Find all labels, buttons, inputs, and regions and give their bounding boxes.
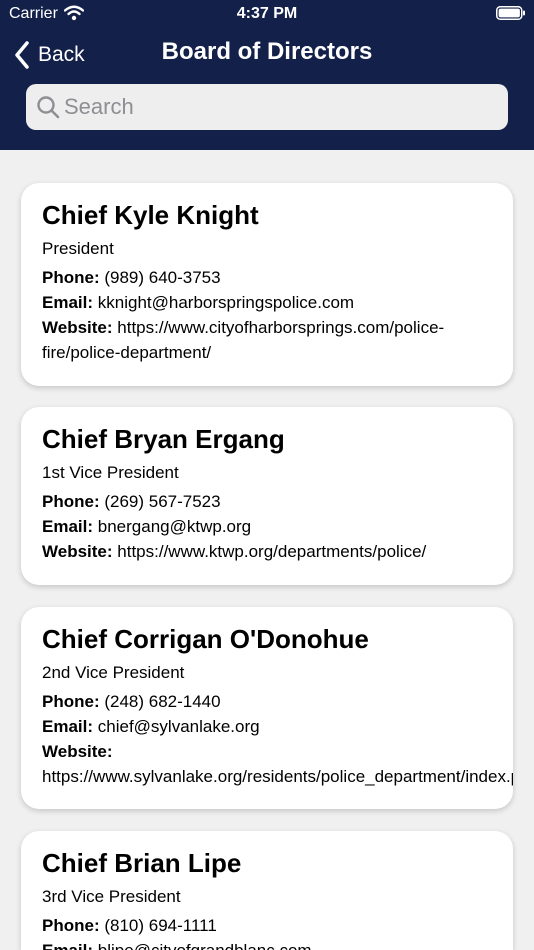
phone-line: Phone: (248) 682-1440 — [42, 689, 493, 714]
website-link[interactable]: https://www.ktwp.org/departments/police/ — [117, 542, 426, 561]
director-card[interactable]: Chief Kyle Knight President Phone: (989)… — [21, 183, 513, 386]
email-label: Email: — [42, 293, 94, 312]
email-line: Email: bnergang@ktwp.org — [42, 514, 493, 539]
search-bar[interactable] — [26, 84, 508, 130]
email-label: Email: — [42, 717, 94, 736]
website-line: Website: https://www.ktwp.org/department… — [42, 539, 493, 564]
phone-link[interactable]: (989) 640-3753 — [104, 268, 220, 287]
search-icon — [37, 96, 60, 119]
phone-line: Phone: (810) 694-1111 — [42, 913, 493, 938]
navigation-header: Carrier 4:37 PM Back Board of Directors — [0, 0, 534, 150]
director-title: President — [42, 239, 114, 258]
website-label: Website: — [42, 742, 113, 761]
director-title: 3rd Vice President — [42, 887, 181, 906]
email-link[interactable]: chief@sylvanlake.org — [98, 717, 260, 736]
status-time: 4:37 PM — [236, 5, 298, 22]
website-line: Website: https://www.sylvanlake.org/resi… — [42, 739, 513, 789]
email-link[interactable]: kknight@harborspringspolice.com — [98, 293, 354, 312]
director-card[interactable]: Chief Bryan Ergang 1st Vice President Ph… — [21, 407, 513, 585]
director-name: Chief Bryan Ergang — [42, 424, 285, 454]
email-label: Email: — [42, 517, 94, 536]
email-line: Email: chief@sylvanlake.org — [42, 714, 493, 739]
phone-label: Phone: — [42, 268, 100, 287]
phone-link[interactable]: (248) 682-1440 — [104, 692, 220, 711]
nav-bar: Back Board of Directors — [0, 30, 534, 80]
director-name: Chief Kyle Knight — [42, 200, 259, 230]
phone-label: Phone: — [42, 692, 100, 711]
website-line: Website: https://www.cityofharborsprings… — [42, 315, 493, 365]
website-label: Website: — [42, 542, 113, 561]
director-card[interactable]: Chief Corrigan O'Donohue 2nd Vice Presid… — [21, 607, 513, 809]
phone-link[interactable]: (269) 567-7523 — [104, 492, 220, 511]
director-card[interactable]: Chief Brian Lipe 3rd Vice President Phon… — [21, 831, 513, 950]
website-link[interactable]: https://www.sylvanlake.org/residents/pol… — [42, 767, 513, 786]
email-link[interactable]: blipe@cityofgrandblanc.com — [98, 941, 312, 950]
phone-line: Phone: (989) 640-3753 — [42, 265, 493, 290]
page-title: Board of Directors — [161, 38, 373, 65]
director-name: Chief Corrigan O'Donohue — [42, 624, 369, 654]
email-line: Email: blipe@cityofgrandblanc.com — [42, 938, 493, 950]
website-label: Website: — [42, 318, 113, 337]
phone-label: Phone: — [42, 492, 100, 511]
director-title: 2nd Vice President — [42, 663, 185, 682]
phone-line: Phone: (269) 567-7523 — [42, 489, 493, 514]
status-bar: Carrier 4:37 PM — [0, 0, 534, 28]
director-title: 1st Vice President — [42, 463, 179, 482]
phone-link[interactable]: (810) 694-1111 — [104, 916, 216, 935]
battery-icon — [496, 6, 525, 20]
email-label: Email: — [42, 941, 93, 950]
email-link[interactable]: bnergang@ktwp.org — [98, 517, 251, 536]
search-input[interactable] — [64, 84, 494, 130]
phone-label: Phone: — [42, 916, 100, 935]
email-line: Email: kknight@harborspringspolice.com — [42, 290, 493, 315]
director-name: Chief Brian Lipe — [42, 848, 242, 878]
